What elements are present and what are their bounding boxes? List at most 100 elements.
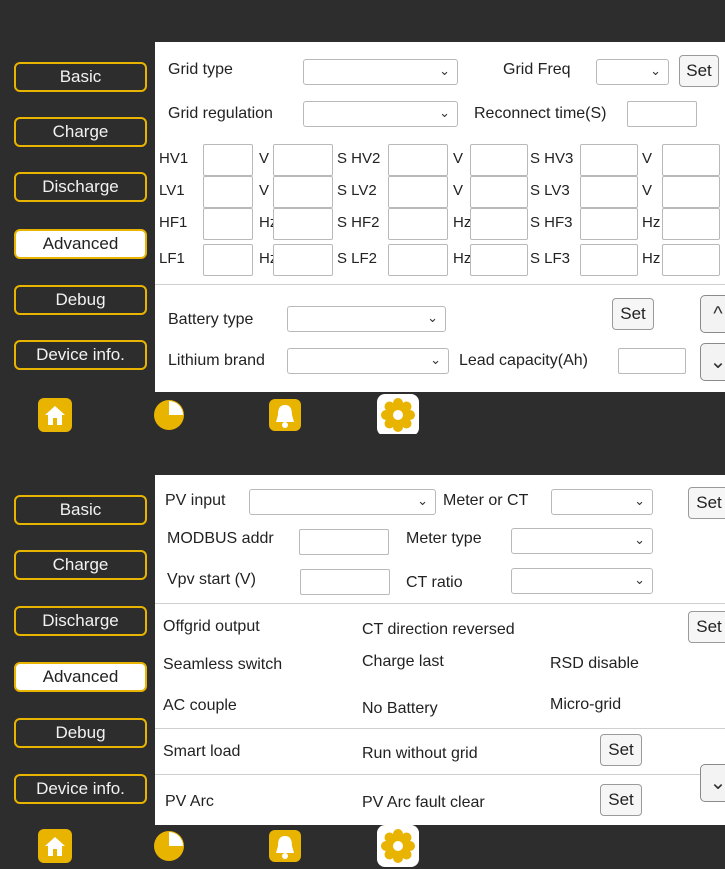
sidebar-item-discharge[interactable]: Discharge <box>14 172 147 202</box>
pv-arc-fault-clear-option[interactable]: PV Arc fault clear <box>362 794 485 812</box>
grid-set-button[interactable]: Set <box>679 55 719 87</box>
bell-icon[interactable] <box>268 398 302 432</box>
threshold-label: HF1 <box>159 214 188 231</box>
divider <box>155 603 725 604</box>
pv-input-select[interactable]: ⌄ <box>249 489 436 515</box>
threshold-value-input[interactable] <box>388 208 448 240</box>
settings-gear-icon[interactable] <box>377 825 419 867</box>
threshold-value-input[interactable] <box>388 144 448 176</box>
threshold-label: HV1 <box>159 150 189 167</box>
threshold-time-input[interactable] <box>662 208 720 240</box>
rsd-disable-option[interactable]: RSD disable <box>550 655 639 673</box>
smart-load-option[interactable]: Smart load <box>163 743 240 761</box>
threshold-label: S LV2 <box>337 182 377 199</box>
sidebar-item-charge[interactable]: Charge <box>14 550 147 580</box>
threshold-unit: Hz <box>642 250 661 267</box>
threshold-value-input[interactable] <box>203 176 253 208</box>
flags-set-button[interactable]: Set <box>688 611 725 643</box>
threshold-unit: V <box>642 182 653 199</box>
threshold-time-input[interactable] <box>470 244 528 276</box>
vpv-start-label: Vpv start (V) <box>167 571 256 588</box>
sidebar-item-advanced[interactable]: Advanced <box>14 662 147 692</box>
threshold-time-input[interactable] <box>273 244 333 276</box>
sidebar-item-debug[interactable]: Debug <box>14 285 147 315</box>
grid-freq-select[interactable]: ⌄ <box>596 59 669 85</box>
threshold-value-input[interactable] <box>580 208 638 240</box>
stats-pie-icon[interactable] <box>152 398 186 432</box>
chevron-down-icon: ⌄ <box>417 493 428 508</box>
sidebar-item-debug[interactable]: Debug <box>14 718 147 748</box>
threshold-value-input[interactable] <box>203 244 253 276</box>
threshold-value-input[interactable] <box>580 176 638 208</box>
threshold-value-input[interactable] <box>388 244 448 276</box>
threshold-time-input[interactable] <box>273 208 333 240</box>
run-without-grid-option[interactable]: Run without grid <box>362 745 478 763</box>
threshold-time-input[interactable] <box>662 244 720 276</box>
threshold-time-input[interactable] <box>273 176 333 208</box>
threshold-time-input[interactable] <box>470 144 528 176</box>
threshold-label: S LF2 <box>337 250 378 267</box>
meter-or-ct-label: Meter or CT <box>443 492 529 509</box>
threshold-label: S HV2 <box>337 150 381 167</box>
threshold-time-input[interactable] <box>662 144 720 176</box>
scroll-down-button[interactable]: ⌄ <box>700 343 725 381</box>
battery-type-select[interactable]: ⌄ <box>287 306 446 332</box>
pv-arc-option[interactable]: PV Arc <box>165 793 214 811</box>
charge-last-option[interactable]: Charge last <box>362 653 444 671</box>
reconnect-time-input[interactable] <box>627 101 697 127</box>
home-icon[interactable] <box>38 398 72 432</box>
threshold-time-input[interactable] <box>662 176 720 208</box>
vpv-start-input[interactable] <box>300 569 390 595</box>
micro-grid-option[interactable]: Micro-grid <box>550 696 621 714</box>
threshold-time-input[interactable] <box>470 208 528 240</box>
sidebar-item-advanced[interactable]: Advanced <box>14 229 147 259</box>
battery-set-button[interactable]: Set <box>612 298 654 330</box>
sidebar-item-discharge[interactable]: Discharge <box>14 606 147 636</box>
grid-freq-label: Grid Freq <box>503 61 571 78</box>
divider <box>155 728 725 729</box>
meter-type-label: Meter type <box>406 530 482 547</box>
sidebar-item-device-info[interactable]: Device info. <box>14 340 147 370</box>
settings-gear-icon[interactable] <box>377 394 419 436</box>
threshold-value-input[interactable] <box>388 176 448 208</box>
threshold-time-input[interactable] <box>470 176 528 208</box>
seamless-switch-option[interactable]: Seamless switch <box>163 656 282 674</box>
sidebar-item-charge[interactable]: Charge <box>14 117 147 147</box>
bell-icon[interactable] <box>268 829 302 863</box>
threshold-label: LF1 <box>159 250 185 267</box>
home-icon[interactable] <box>38 829 72 863</box>
meter-or-ct-select[interactable]: ⌄ <box>551 489 653 515</box>
sidebar-item-basic[interactable]: Basic <box>14 62 147 92</box>
divider <box>155 774 725 775</box>
modbus-addr-input[interactable] <box>299 529 389 555</box>
sidebar-item-device-info[interactable]: Device info. <box>14 774 147 804</box>
threshold-value-input[interactable] <box>580 244 638 276</box>
pv-arc-set-button[interactable]: Set <box>600 784 642 816</box>
grid-regulation-select[interactable]: ⌄ <box>303 101 458 127</box>
ct-direction-reversed-option[interactable]: CT direction reversed <box>362 621 515 639</box>
threshold-value-input[interactable] <box>203 208 253 240</box>
chevron-down-icon: ⌄ <box>430 352 441 367</box>
sidebar-item-basic[interactable]: Basic <box>14 495 147 525</box>
lead-capacity-input[interactable] <box>618 348 686 374</box>
threshold-value-input[interactable] <box>580 144 638 176</box>
ac-couple-option[interactable]: AC couple <box>163 697 237 715</box>
grid-type-select[interactable]: ⌄ <box>303 59 458 85</box>
run-without-grid-set-button[interactable]: Set <box>600 734 642 766</box>
scroll-down-button[interactable]: ⌄ <box>700 764 725 802</box>
pv-set-button[interactable]: Set <box>688 487 725 519</box>
scroll-up-button[interactable]: ^ <box>700 295 725 333</box>
stats-pie-icon[interactable] <box>152 829 186 863</box>
no-battery-option[interactable]: No Battery <box>362 700 438 718</box>
threshold-value-input[interactable] <box>203 144 253 176</box>
pv-input-label: PV input <box>165 492 226 509</box>
threshold-unit: V <box>259 182 270 199</box>
threshold-time-input[interactable] <box>273 144 333 176</box>
ct-ratio-select[interactable]: ⌄ <box>511 568 653 594</box>
lithium-brand-select[interactable]: ⌄ <box>287 348 449 374</box>
offgrid-output-option[interactable]: Offgrid output <box>163 618 260 636</box>
threshold-label: LV1 <box>159 182 185 199</box>
threshold-unit: V <box>453 150 464 167</box>
threshold-label: S LF3 <box>530 250 571 267</box>
meter-type-select[interactable]: ⌄ <box>511 528 653 554</box>
